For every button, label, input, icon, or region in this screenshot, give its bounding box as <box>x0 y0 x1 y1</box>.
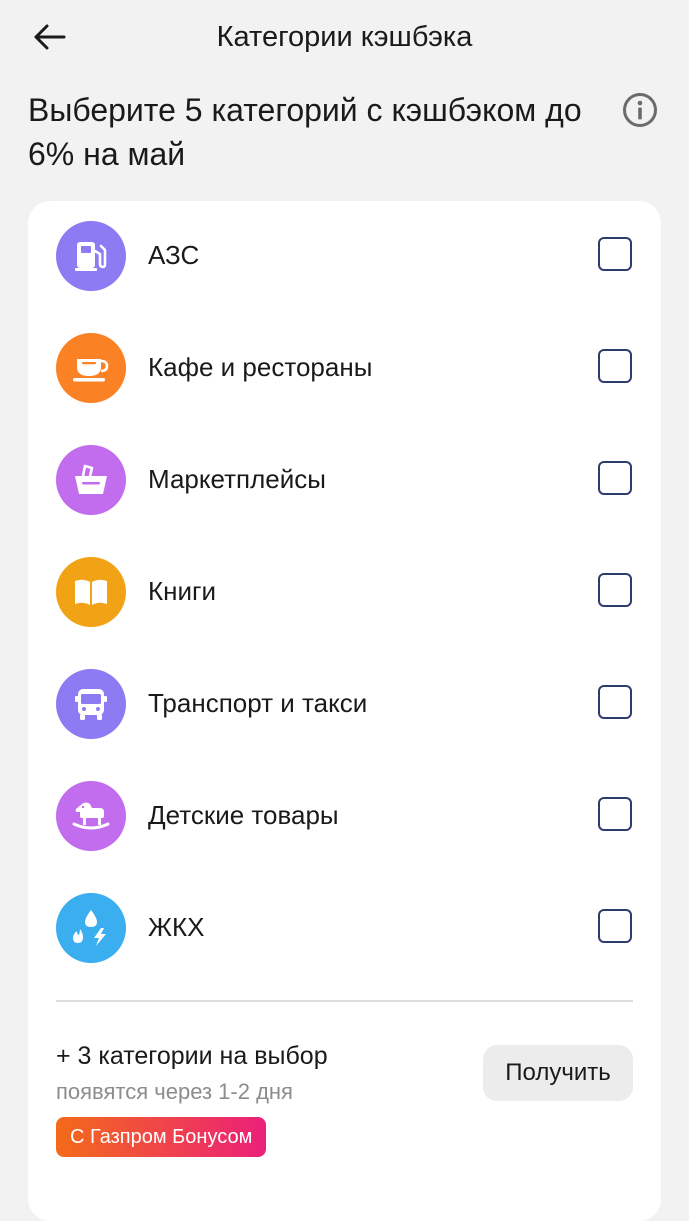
category-checkbox[interactable] <box>598 237 632 271</box>
category-checkbox[interactable] <box>598 909 632 943</box>
category-row-marketplaces[interactable]: Маркетплейсы <box>28 425 661 537</box>
category-label: Детские товары <box>148 800 339 830</box>
category-row-gas-station[interactable]: АЗС <box>28 201 661 313</box>
page-title: Категории кэшбэка <box>216 21 473 53</box>
category-label: Кафе и рестораны <box>148 352 373 382</box>
category-icon-circle <box>56 221 126 291</box>
category-row-books[interactable]: Книги <box>28 537 661 649</box>
info-icon <box>623 93 657 127</box>
category-icon-circle <box>56 445 126 515</box>
extra-categories-title: + 3 категории на выбор <box>56 1042 328 1070</box>
category-icon-circle <box>56 669 126 739</box>
category-label: Транспорт и такси <box>148 688 368 718</box>
category-icon-circle <box>56 557 126 627</box>
category-row-utilities[interactable]: ЖКХ <box>28 873 661 985</box>
category-label: АЗС <box>148 240 200 270</box>
info-button[interactable] <box>622 92 658 128</box>
category-checkbox[interactable] <box>598 461 632 495</box>
get-button[interactable]: Получить <box>483 1045 633 1101</box>
category-row-cafes[interactable]: Кафе и рестораны <box>28 313 661 425</box>
category-icon-circle <box>56 781 126 851</box>
category-icon-circle <box>56 333 126 403</box>
book-icon <box>75 579 107 605</box>
category-checkbox[interactable] <box>598 349 632 383</box>
shopping-basket-icon <box>75 464 107 494</box>
extra-categories-subtitle: появятся через 1-2 дня <box>56 1079 293 1104</box>
bus-icon <box>75 689 107 720</box>
category-checkbox[interactable] <box>598 797 632 831</box>
rocking-horse-icon <box>72 802 110 830</box>
coffee-cup-icon <box>73 359 109 382</box>
top-bar: Категории кэшбэка <box>0 0 689 72</box>
section-heading: Выберите 5 категорий с кэшбэком до 6% на… <box>28 92 582 172</box>
category-label: Маркетплейсы <box>148 464 326 494</box>
gazprom-bonus-badge: С Газпром Бонусом <box>56 1117 267 1157</box>
category-row-transport[interactable]: Транспорт и такси <box>28 649 661 761</box>
divider <box>56 1000 633 1002</box>
gas-station-icon <box>75 242 107 271</box>
category-label: Книги <box>148 576 217 606</box>
utilities-icon <box>73 910 106 946</box>
categories-card: АЗС Кафе и рестораны Маркетплейсы Книги … <box>28 201 661 1221</box>
category-row-kids-goods[interactable]: Детские товары <box>28 761 661 873</box>
category-icon-circle <box>56 893 126 963</box>
category-checkbox[interactable] <box>598 573 632 607</box>
category-checkbox[interactable] <box>598 685 632 719</box>
category-label: ЖКХ <box>148 912 205 942</box>
